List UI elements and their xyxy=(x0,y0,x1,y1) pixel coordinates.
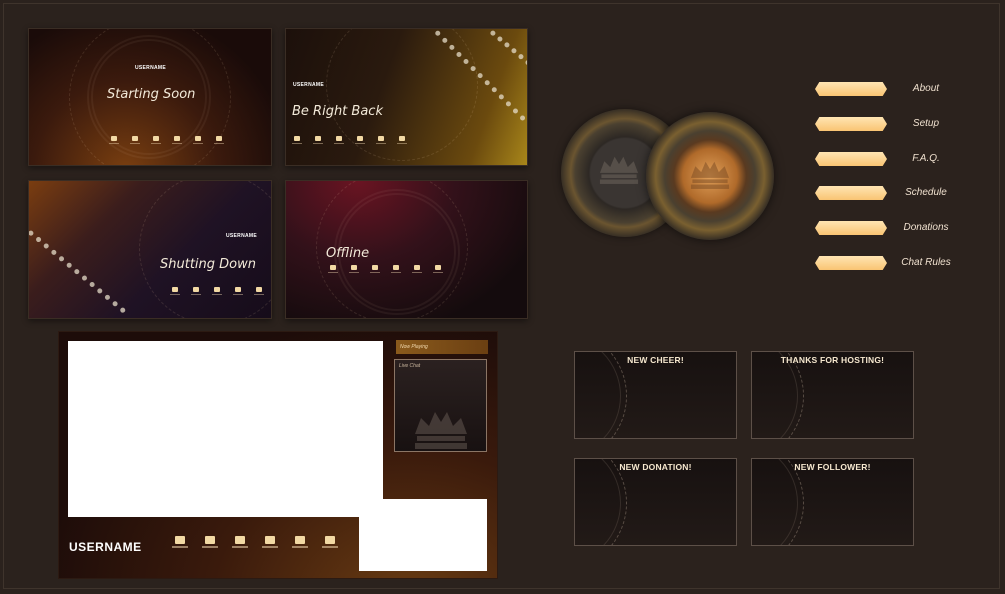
webcam-frame xyxy=(359,499,487,571)
now-playing-bar: Now Playing xyxy=(396,340,488,354)
screen-title: Starting Soon xyxy=(107,87,196,102)
live-chat-label: Live Chat xyxy=(399,363,421,369)
panel-label: F.A.Q. xyxy=(912,153,940,164)
instagram-icon xyxy=(172,136,182,144)
youtube-icon xyxy=(254,287,264,295)
discord-icon xyxy=(170,287,180,295)
twitter-icon xyxy=(313,136,323,144)
screen-be-right-back[interactable]: USERNAME Be Right Back xyxy=(285,28,528,166)
facebook-icon xyxy=(232,536,248,548)
alert-title: THANKS FOR HOSTING! xyxy=(780,355,885,365)
username: USERNAME xyxy=(293,82,325,88)
instagram-icon xyxy=(233,287,243,295)
youtube-icon xyxy=(412,265,422,273)
alert-title: NEW DONATION! xyxy=(619,462,692,472)
screen-shutting-down[interactable]: USERNAME Shutting Down xyxy=(28,180,272,319)
overlay-social-links xyxy=(172,536,338,548)
tiktok-icon xyxy=(397,136,407,144)
facebook-icon xyxy=(212,287,222,295)
screen-title: Be Right Back xyxy=(292,104,383,119)
facebook-icon xyxy=(334,136,344,144)
screen-starting-soon[interactable]: USERNAME Starting Soon xyxy=(28,28,272,166)
social-links xyxy=(328,265,443,273)
panel-label: Donations xyxy=(903,222,949,233)
panel-label: Schedule xyxy=(905,187,947,198)
alert-new-cheer[interactable]: NEW CHEER! xyxy=(574,351,737,439)
chain-decoration xyxy=(29,229,127,314)
youtube-icon xyxy=(376,136,386,144)
game-capture-area xyxy=(68,341,383,517)
alert-title: NEW CHEER! xyxy=(627,355,684,365)
alert-new-follower[interactable]: NEW FOLLOWER! xyxy=(751,458,914,546)
alert-new-donation[interactable]: NEW DONATION! xyxy=(574,458,737,546)
discord-icon xyxy=(109,136,119,144)
tiktok-icon xyxy=(322,536,338,548)
social-links xyxy=(292,136,407,144)
twitter-icon xyxy=(130,136,140,144)
instagram-icon xyxy=(391,265,401,273)
badge-glow xyxy=(646,112,774,240)
instagram-icon xyxy=(355,136,365,144)
social-links xyxy=(170,287,271,295)
instagram-icon xyxy=(262,536,278,548)
chain-decoration xyxy=(489,29,527,72)
crown-icon xyxy=(415,412,467,449)
screen-offline[interactable]: Offline xyxy=(285,180,528,319)
twitter-icon xyxy=(202,536,218,548)
panel-label: About xyxy=(912,83,940,94)
crown-icon xyxy=(690,161,730,189)
youtube-icon xyxy=(292,536,308,548)
live-chat-box: Live Chat xyxy=(394,359,487,452)
tiktok-icon xyxy=(214,136,224,144)
youtube-icon xyxy=(193,136,203,144)
username: USERNAME xyxy=(226,233,258,239)
facebook-icon xyxy=(370,265,380,273)
overlay-username: USERNAME xyxy=(69,540,142,554)
panel-label: Setup xyxy=(912,118,940,129)
screen-title: Offline xyxy=(326,246,370,261)
tiktok-icon xyxy=(433,265,443,273)
alert-thanks-hosting[interactable]: THANKS FOR HOSTING! xyxy=(751,351,914,439)
stream-overlay[interactable]: Now Playing Live Chat USERNAME xyxy=(58,331,498,579)
discord-icon xyxy=(172,536,188,548)
twitter-icon xyxy=(349,265,359,273)
screen-title: Shutting Down xyxy=(160,257,256,272)
discord-icon xyxy=(292,136,302,144)
discord-icon xyxy=(328,265,338,273)
alert-title: NEW FOLLOWER! xyxy=(794,462,871,472)
facebook-icon xyxy=(151,136,161,144)
twitter-icon xyxy=(191,287,201,295)
username: USERNAME xyxy=(135,65,167,71)
social-links xyxy=(109,136,224,144)
crown-icon xyxy=(599,156,639,184)
panel-label: Chat Rules xyxy=(901,257,951,268)
